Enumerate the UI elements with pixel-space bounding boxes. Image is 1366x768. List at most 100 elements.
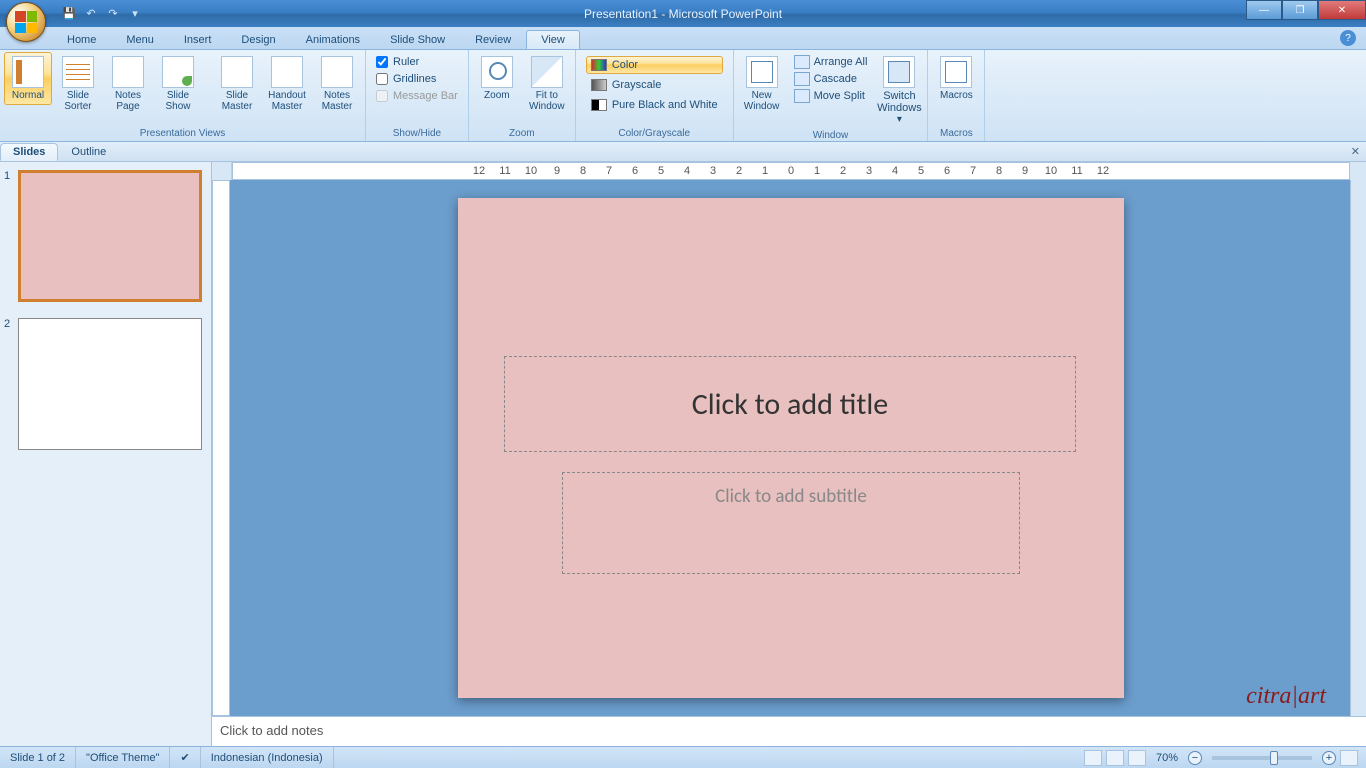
office-logo-icon: [15, 11, 37, 33]
tab-view[interactable]: View: [526, 30, 580, 49]
color-swatch-icon: [591, 59, 607, 71]
normal-icon: [12, 56, 44, 88]
status-theme: "Office Theme": [76, 747, 170, 768]
tab-design[interactable]: Design: [226, 30, 290, 49]
show-icon: [162, 56, 194, 88]
thumb-wrap-1[interactable]: 1: [0, 162, 211, 310]
gray-swatch-icon: [591, 79, 607, 91]
vertical-ruler[interactable]: [212, 180, 230, 716]
handout-master-button[interactable]: Handout Master: [263, 52, 311, 116]
workspace: 1 2 1211109876543210123456789101112 Clic…: [0, 162, 1366, 746]
slide-thumb-2[interactable]: [18, 318, 202, 450]
sorter-icon: [62, 56, 94, 88]
slide-thumb-1[interactable]: [18, 170, 202, 302]
nmaster-icon: [321, 56, 353, 88]
master-icon: [221, 56, 253, 88]
cascade-icon: [794, 72, 810, 86]
new-window-button[interactable]: New Window: [738, 52, 786, 116]
switch-icon: [883, 56, 915, 88]
zoom-thumb[interactable]: [1270, 751, 1278, 765]
slide-master-button[interactable]: Slide Master: [213, 52, 261, 116]
macros-button[interactable]: Macros: [932, 52, 980, 105]
redo-icon[interactable]: ↷: [104, 5, 122, 23]
title-bar: 💾 ↶ ↷ ▾ Presentation1 - Microsoft PowerP…: [0, 0, 1366, 27]
black-white-button[interactable]: Pure Black and White: [586, 96, 723, 114]
fit-to-window-button[interactable]: [1340, 750, 1358, 766]
zoom-slider[interactable]: [1212, 756, 1312, 760]
view-sorter-button[interactable]: [1106, 750, 1124, 766]
thumb-wrap-2[interactable]: 2: [0, 310, 211, 458]
notes-page-button[interactable]: Notes Page: [104, 52, 152, 116]
grayscale-button[interactable]: Grayscale: [586, 76, 723, 94]
zoom-value: 70%: [1156, 752, 1178, 764]
ribbon: Normal Slide Sorter Notes Page Slide Sho…: [0, 50, 1366, 142]
group-zoom: Zoom Fit to Window Zoom: [469, 50, 576, 141]
group-macros: Macros Macros: [928, 50, 985, 141]
horizontal-ruler[interactable]: 1211109876543210123456789101112: [232, 162, 1350, 180]
tab-slides[interactable]: Slides: [0, 143, 58, 161]
cascade-button[interactable]: Cascade: [792, 71, 870, 87]
view-normal-button[interactable]: [1084, 750, 1102, 766]
group-presentation-views: Normal Slide Sorter Notes Page Slide Sho…: [0, 50, 366, 141]
ribbon-tabs: Home Menu Insert Design Animations Slide…: [0, 27, 1366, 50]
notes-icon: [112, 56, 144, 88]
notes-master-button[interactable]: Notes Master: [313, 52, 361, 116]
status-spellcheck-icon[interactable]: ✔: [170, 747, 200, 768]
zoom-in-button[interactable]: +: [1322, 751, 1336, 765]
tab-slideshow[interactable]: Slide Show: [375, 30, 460, 49]
messagebar-checkbox: Message Bar: [376, 90, 458, 102]
title-placeholder[interactable]: Click to add title: [504, 356, 1076, 452]
split-icon: [794, 89, 810, 103]
handout-icon: [271, 56, 303, 88]
status-slide: Slide 1 of 2: [0, 747, 76, 768]
zoom-out-button[interactable]: −: [1188, 751, 1202, 765]
arrange-all-button[interactable]: Arrange All: [792, 54, 870, 70]
slide[interactable]: Click to add title Click to add subtitle: [458, 198, 1124, 698]
group-window: New Window Arrange All Cascade Move Spli…: [734, 50, 929, 141]
office-button[interactable]: [6, 2, 46, 42]
window-title: Presentation1 - Microsoft PowerPoint: [584, 7, 782, 21]
help-icon[interactable]: ?: [1340, 30, 1356, 46]
slide-sorter-button[interactable]: Slide Sorter: [54, 52, 102, 116]
close-button[interactable]: ✕: [1318, 0, 1366, 20]
notes-pane[interactable]: Click to add notes: [212, 716, 1366, 746]
newwin-icon: [746, 56, 778, 88]
vertical-scrollbar[interactable]: [1350, 180, 1366, 716]
fit-window-button[interactable]: Fit to Window: [523, 52, 571, 116]
slide-canvas[interactable]: Click to add title Click to add subtitle…: [232, 180, 1350, 716]
view-show-button[interactable]: [1128, 750, 1146, 766]
zoom-icon: [481, 56, 513, 88]
undo-icon[interactable]: ↶: [82, 5, 100, 23]
ruler-checkbox[interactable]: Ruler: [376, 56, 458, 68]
watermark: citra|art: [1246, 683, 1326, 710]
maximize-button[interactable]: ❐: [1282, 0, 1318, 20]
gridlines-checkbox[interactable]: Gridlines: [376, 73, 458, 85]
zoom-button[interactable]: Zoom: [473, 52, 521, 105]
subtitle-placeholder[interactable]: Click to add subtitle: [562, 472, 1020, 574]
tab-outline[interactable]: Outline: [58, 143, 119, 161]
tab-home[interactable]: Home: [52, 30, 111, 49]
switch-windows-button[interactable]: Switch Windows ▾: [875, 52, 923, 129]
slide-panel[interactable]: 1 2: [0, 162, 212, 746]
horizontal-ruler-row: 1211109876543210123456789101112: [212, 162, 1366, 180]
qat-dropdown-icon[interactable]: ▾: [126, 5, 144, 23]
panel-close-icon[interactable]: ✕: [1351, 145, 1360, 158]
status-language[interactable]: Indonesian (Indonesia): [201, 747, 334, 768]
move-split-button[interactable]: Move Split: [792, 88, 870, 104]
normal-button[interactable]: Normal: [4, 52, 52, 105]
tab-animations[interactable]: Animations: [291, 30, 375, 49]
editor: 1211109876543210123456789101112 Click to…: [212, 162, 1366, 746]
quick-access-toolbar: 💾 ↶ ↷ ▾: [52, 0, 152, 27]
status-bar: Slide 1 of 2 "Office Theme" ✔ Indonesian…: [0, 746, 1366, 768]
minimize-button[interactable]: —: [1246, 0, 1282, 20]
group-show-hide: Ruler Gridlines Message Bar Show/Hide: [366, 50, 469, 141]
color-button[interactable]: Color: [586, 56, 723, 74]
tab-menu[interactable]: Menu: [111, 30, 169, 49]
save-icon[interactable]: 💾: [60, 5, 78, 23]
bw-swatch-icon: [591, 99, 607, 111]
arrange-icon: [794, 55, 810, 69]
slide-show-button[interactable]: Slide Show: [154, 52, 202, 116]
group-color-grayscale: Color Grayscale Pure Black and White Col…: [576, 50, 734, 141]
tab-review[interactable]: Review: [460, 30, 526, 49]
tab-insert[interactable]: Insert: [169, 30, 227, 49]
